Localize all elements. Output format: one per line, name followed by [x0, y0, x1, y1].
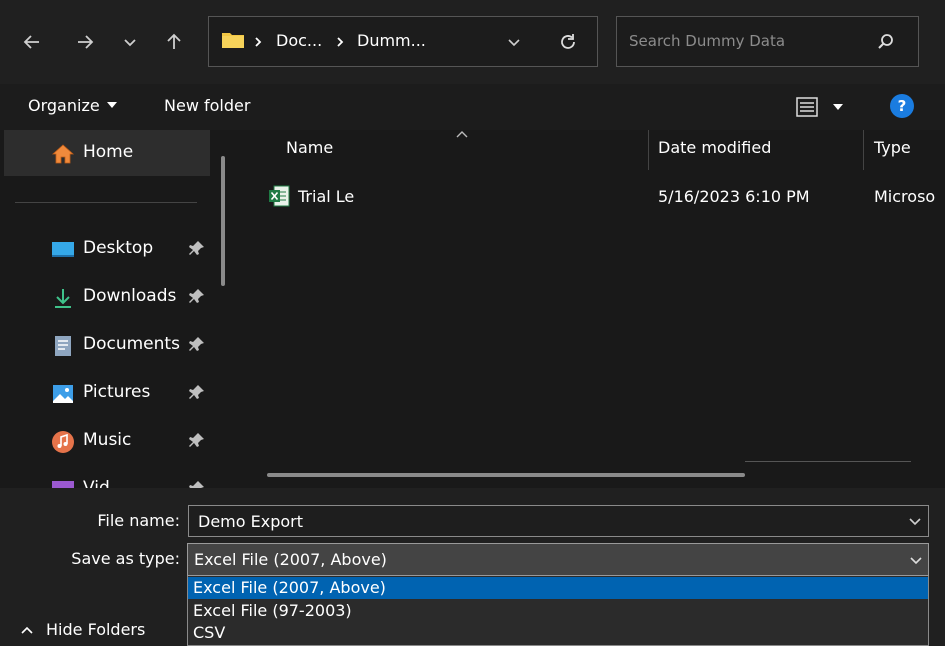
chevron-down-icon[interactable] — [909, 556, 923, 566]
sidebar-item-label: Music — [83, 430, 132, 450]
new-folder-button[interactable]: New folder — [164, 96, 250, 115]
address-bar[interactable]: Doc... Dumm... — [208, 16, 598, 67]
column-header-date-modified[interactable]: Date modified — [658, 138, 771, 157]
dropdown-option-csv[interactable]: CSV — [188, 622, 928, 644]
scroll-track-line — [745, 461, 911, 462]
sidebar-item-pictures[interactable]: Pictures — [4, 370, 210, 416]
search-box[interactable]: Search Dummy Data — [616, 16, 919, 67]
sort-ascending-icon — [456, 131, 468, 138]
pin-icon[interactable] — [188, 479, 206, 488]
document-icon — [55, 336, 71, 356]
sidebar-item-home[interactable]: Home — [4, 130, 210, 176]
sidebar-item-label: Documents — [83, 334, 180, 354]
sidebar-item-label: Downloads — [83, 286, 177, 306]
forward-button[interactable] — [69, 26, 101, 58]
sidebar-item-documents[interactable]: Documents — [4, 322, 210, 368]
folder-icon — [222, 33, 244, 48]
sidebar-item-music[interactable]: Music — [4, 418, 210, 464]
navigation-pane: Home Desktop Downloads Documents Picture… — [0, 130, 240, 488]
address-segment-documents[interactable]: Doc... — [276, 31, 322, 50]
desktop-icon — [52, 242, 74, 257]
hide-folders-label: Hide Folders — [46, 620, 146, 639]
dropdown-option-excel-97-2003[interactable]: Excel File (97-2003) — [188, 600, 928, 622]
pictures-icon — [53, 385, 73, 403]
chevron-right-icon — [337, 37, 344, 47]
pin-icon[interactable] — [188, 287, 206, 305]
column-header-name[interactable]: Name — [286, 138, 333, 157]
forward-arrow-icon — [78, 35, 94, 49]
save-as-type-select[interactable]: Excel File (2007, Above) — [187, 543, 929, 576]
videos-icon — [52, 481, 74, 488]
search-icon[interactable] — [877, 33, 895, 51]
sidebar-item-label: Desktop — [83, 238, 154, 258]
file-type: Microso — [874, 187, 936, 206]
view-options-icon — [796, 97, 818, 117]
sidebar-divider — [15, 202, 197, 203]
sidebar-item-videos[interactable]: Vid... — [4, 466, 210, 488]
pin-icon[interactable] — [188, 431, 206, 449]
column-divider[interactable] — [863, 130, 864, 170]
pin-icon[interactable] — [188, 239, 206, 257]
horizontal-scrollbar[interactable] — [267, 473, 745, 477]
organize-button[interactable]: Organize — [28, 96, 100, 115]
back-button[interactable] — [16, 26, 48, 58]
chevron-down-icon[interactable] — [908, 517, 922, 527]
table-row[interactable]: Trial Le 5/16/2023 6:10 PM Microso — [256, 176, 945, 218]
refresh-icon[interactable] — [558, 32, 578, 52]
file-name-value: Demo Export — [198, 512, 303, 531]
save-as-type-label: Save as type: — [71, 549, 180, 568]
column-divider[interactable] — [648, 130, 649, 170]
file-name-input[interactable]: Demo Export — [188, 505, 929, 537]
hide-folders-button[interactable]: Hide Folders — [16, 618, 166, 642]
chevron-right-icon — [255, 37, 262, 47]
pin-icon[interactable] — [188, 335, 206, 353]
file-name: Trial Le — [298, 187, 355, 206]
up-arrow-icon — [167, 33, 181, 49]
music-icon — [52, 431, 74, 453]
back-arrow-icon — [23, 35, 39, 49]
caret-down-icon — [107, 102, 117, 108]
sidebar-item-desktop[interactable]: Desktop — [4, 226, 210, 272]
home-icon — [51, 144, 75, 164]
recent-locations-button[interactable] — [114, 26, 146, 58]
sidebar-item-label: Vid... — [83, 478, 126, 488]
file-date-modified: 5/16/2023 6:10 PM — [658, 187, 810, 206]
search-placeholder: Search Dummy Data — [629, 32, 786, 50]
sidebar-scrollbar[interactable] — [221, 156, 225, 286]
column-header-type[interactable]: Type — [874, 138, 911, 157]
chevron-down-icon — [124, 39, 136, 47]
chevron-up-icon — [21, 626, 33, 634]
help-icon[interactable]: ? — [890, 94, 914, 118]
sidebar-item-label: Home — [83, 142, 134, 162]
address-segment-dummy-data[interactable]: Dumm... — [357, 31, 426, 50]
save-as-type-value: Excel File (2007, Above) — [194, 550, 387, 569]
download-icon — [55, 289, 71, 308]
caret-down-icon — [833, 104, 843, 110]
up-button[interactable] — [158, 26, 190, 58]
pin-icon[interactable] — [188, 383, 206, 401]
sidebar-item-downloads[interactable]: Downloads — [4, 274, 210, 320]
excel-file-icon — [269, 185, 290, 207]
sidebar-item-label: Pictures — [83, 382, 151, 402]
chevron-down-icon[interactable] — [507, 36, 521, 50]
view-options-button[interactable] — [794, 94, 850, 120]
save-as-type-dropdown: Excel File (2007, Above) Excel File (97-… — [187, 576, 929, 646]
file-name-label: File name: — [97, 511, 180, 530]
dropdown-option-excel-2007[interactable]: Excel File (2007, Above) — [188, 577, 928, 599]
